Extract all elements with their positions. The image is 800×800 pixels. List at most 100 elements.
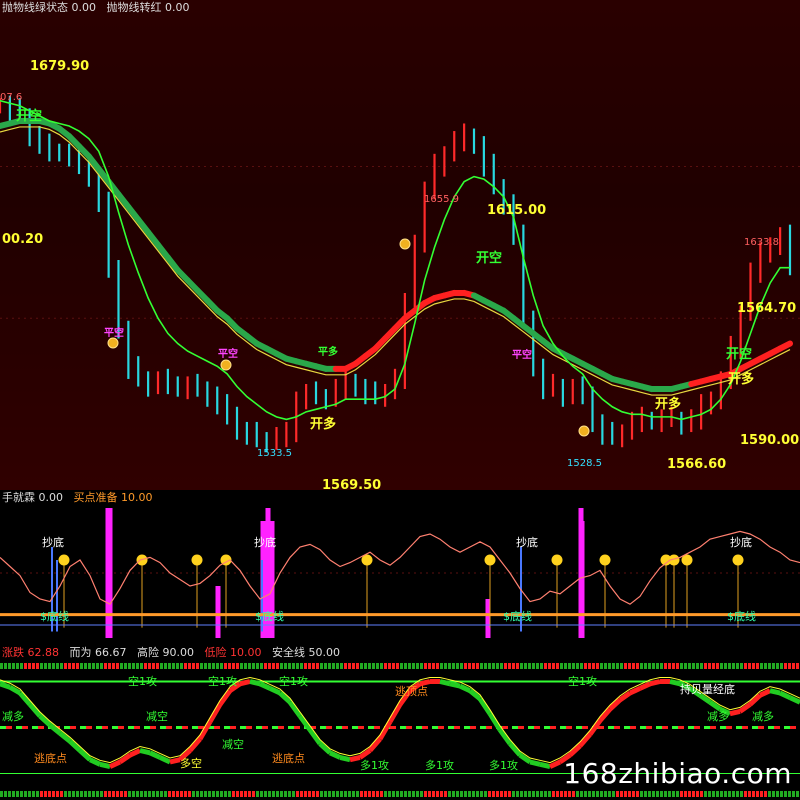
strip-cell: [216, 663, 219, 669]
trend-label: 多空: [180, 756, 202, 770]
trend-segment: [339, 754, 351, 763]
smiley-icon: [191, 554, 203, 566]
strip-cell: [244, 791, 247, 797]
strip-cell: [540, 791, 543, 797]
price-label: 1528.5: [567, 458, 602, 469]
strip-cell: [400, 791, 403, 797]
strip-cell: [492, 663, 495, 669]
strip-cell: [172, 663, 175, 669]
price-label: 1633.8: [744, 237, 779, 248]
strip-cell: [228, 791, 231, 797]
strip-cell: [600, 663, 603, 669]
strip-cell: [36, 791, 39, 797]
strip-cell: [592, 791, 595, 797]
strip-cell: [240, 663, 243, 669]
trend-segment: [778, 690, 792, 700]
trend-segment: [419, 679, 431, 687]
strip-cell: [552, 791, 555, 797]
trend-segment: [548, 759, 562, 769]
strip-cell: [304, 791, 307, 797]
strip-cell: [292, 791, 295, 797]
strip-cell: [596, 791, 599, 797]
strip-cell: [52, 791, 55, 797]
strip-cell: [172, 791, 175, 797]
trend-segment: [568, 744, 582, 757]
strip-cell: [324, 663, 327, 669]
trend-panel[interactable]: 涨跌 62.88 而为 66.67 高险 90.00 低险 10.00 安全线 …: [0, 645, 800, 800]
strip-cell: [612, 663, 615, 669]
strip-cell: [696, 791, 699, 797]
strip-cell: [500, 791, 503, 797]
trend-segment: [99, 761, 111, 770]
strip-cell: [756, 791, 759, 797]
price-panel[interactable]: 抛物线绿状态 0.00 抛物线转红 0.00 1679.90 07.6 00.20 1…: [0, 0, 800, 490]
strip-cell: [500, 663, 503, 669]
strip-cell: [488, 791, 491, 797]
strip-cell: [528, 791, 531, 797]
price-label: 1569.50: [322, 478, 381, 490]
strip-cell: [760, 791, 763, 797]
oscillator-panel[interactable]: 手就霖 0.00 买点准备 10.00 抄底 抄底 抄底 抄底 $底线 $底线 $底线 $底线: [0, 490, 800, 645]
strip-cell: [776, 663, 779, 669]
strip-cell: [96, 663, 99, 669]
strip-cell: [792, 663, 795, 669]
trend-segment: [328, 750, 342, 760]
strip-cell: [180, 663, 183, 669]
strip-cell: [152, 791, 155, 797]
strip-cell: [492, 791, 495, 797]
strip-cell: [420, 663, 423, 669]
strip-cell: [232, 663, 235, 669]
strip-cell: [520, 791, 523, 797]
strip-cell: [520, 663, 523, 669]
strip-cell: [68, 663, 71, 669]
strip-cell: [688, 663, 691, 669]
strip-cell: [712, 663, 715, 669]
strip-cell: [716, 791, 719, 797]
strip-cell: [708, 791, 711, 797]
strip-cell: [796, 663, 799, 669]
trend-label-e: 安全线: [272, 646, 305, 659]
strip-cell: [84, 663, 87, 669]
trend-segment: [468, 688, 482, 701]
strip-cell: [40, 663, 43, 669]
trend-label: 多1攻: [360, 758, 389, 772]
strip-cell: [668, 663, 671, 669]
trend-label: 减多: [752, 709, 774, 723]
strip-cell: [72, 791, 75, 797]
strip-cell: [32, 663, 35, 669]
price-label: 1590.00: [740, 433, 799, 448]
strip-cell: [508, 663, 511, 669]
strip-cell: [736, 663, 739, 669]
strip-cell: [164, 663, 167, 669]
strip-cell: [280, 791, 283, 797]
trend-segment: [477, 697, 493, 716]
strip-cell: [52, 663, 55, 669]
trend-segment: [618, 690, 632, 702]
strip-cell: [780, 663, 783, 669]
price-label: 07.6: [0, 92, 22, 103]
strip-cell: [144, 663, 147, 669]
trend-segment: [539, 761, 551, 770]
strip-cell: [780, 791, 783, 797]
strip-cell: [616, 663, 619, 669]
oscillator-label: $底线: [40, 609, 69, 623]
strip-cell: [88, 791, 91, 797]
strip-cell: [676, 663, 679, 669]
oscillator-chart[interactable]: 抄底 抄底 抄底 抄底 $底线 $底线 $底线 $底线: [0, 490, 800, 645]
strip-cell: [488, 663, 491, 669]
strip-cell: [788, 663, 791, 669]
price-chart[interactable]: 1679.90 07.6 00.20 1655.9 1615.00 1633.8 1564.…: [0, 0, 800, 490]
strip-cell: [204, 791, 207, 797]
trend-label: 空1攻: [208, 674, 237, 688]
strip-cell: [308, 663, 311, 669]
strip-cell: [572, 663, 575, 669]
strip-cell: [568, 663, 571, 669]
strip-cell: [440, 663, 443, 669]
trend-segment: [758, 688, 772, 698]
trend-segment: [649, 679, 661, 687]
strip-cell: [364, 791, 367, 797]
strip-cell: [604, 791, 607, 797]
strip-cell: [404, 791, 407, 797]
smiley-icon: [399, 238, 411, 250]
trend-label: 减多: [2, 709, 24, 723]
